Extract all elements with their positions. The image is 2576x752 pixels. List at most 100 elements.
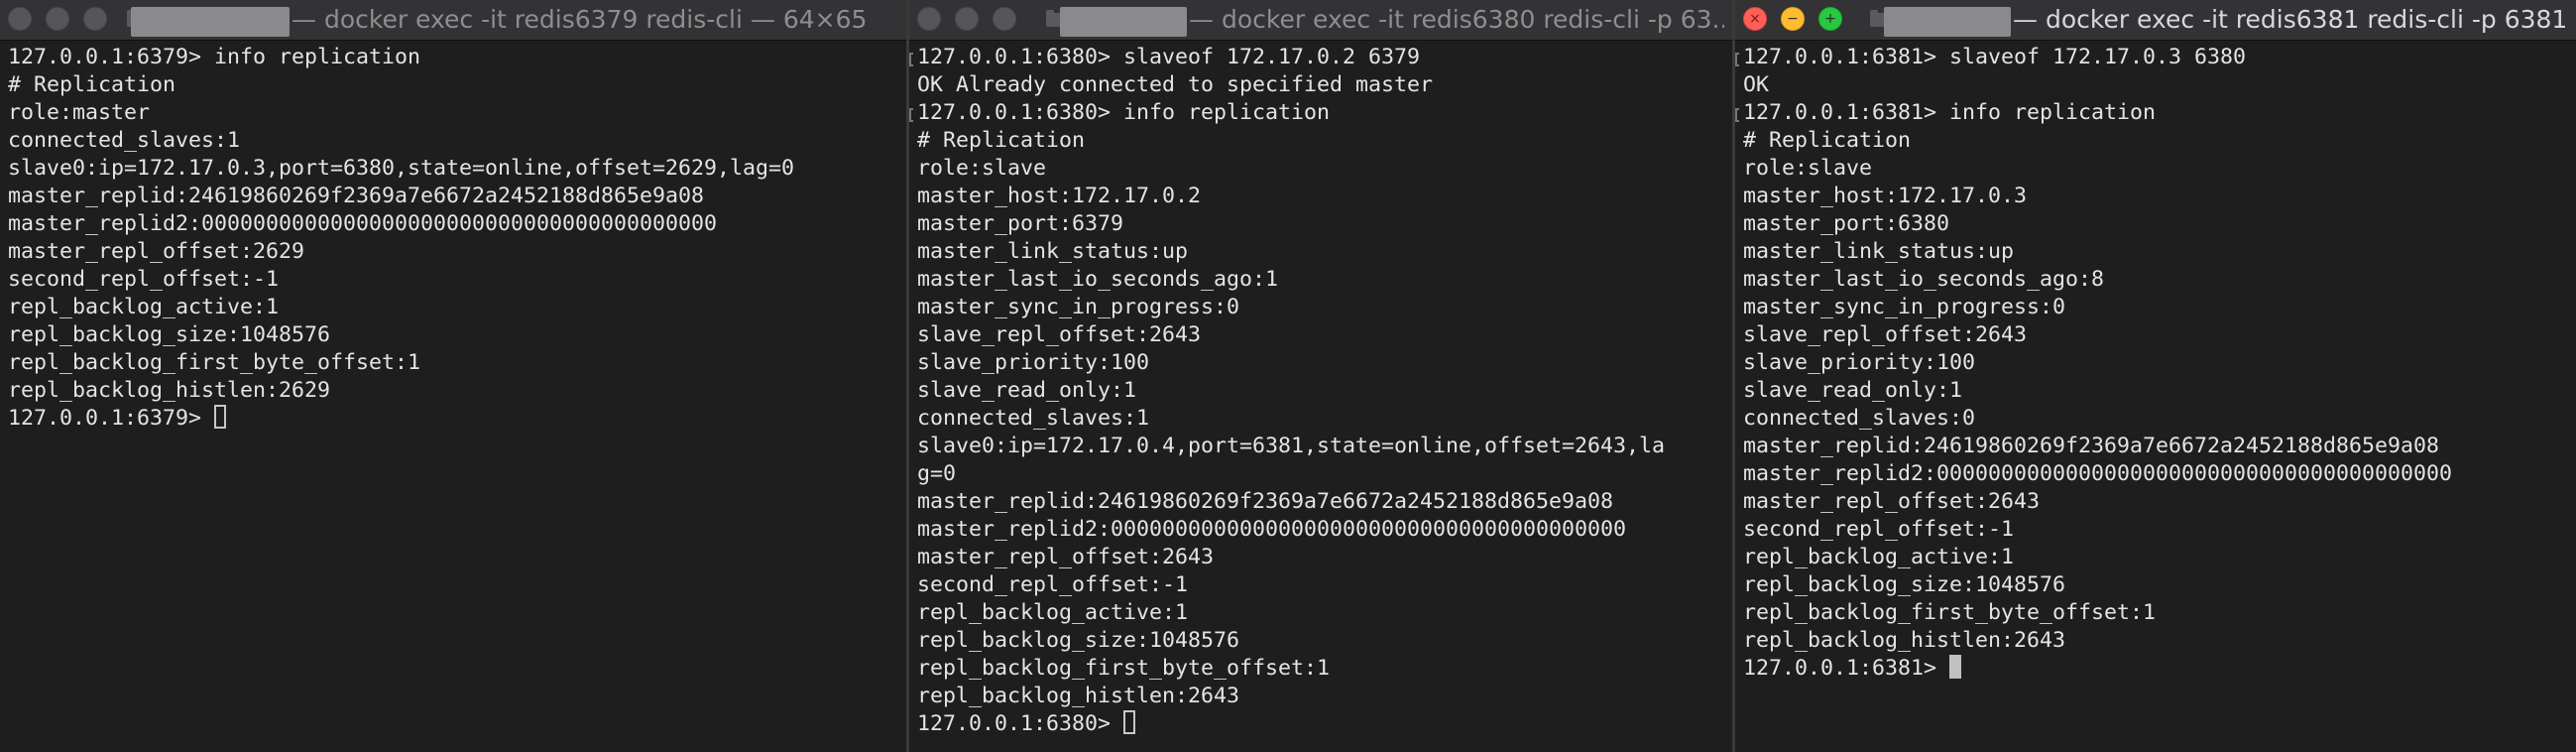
zoom-button[interactable] xyxy=(83,7,107,31)
terminal-output[interactable]: 127.0.0.1:6379> info replication # Replic… xyxy=(0,41,906,433)
output-line: connected_slaves:1 xyxy=(917,406,1150,431)
output-line: master_replid2:0000000000000000000000000… xyxy=(8,211,718,236)
output-line: repl_backlog_active:1 xyxy=(1743,545,2015,569)
output-line: # Replication xyxy=(1743,128,1912,153)
output-lines: 127.0.0.1:6381> slaveof 172.17.0.3 6380 O… xyxy=(1735,44,2576,655)
output-line: slave0:ip=172.17.0.3,port=6380,state=onl… xyxy=(8,156,795,181)
output-lines: 127.0.0.1:6380> slaveof 172.17.0.2 6379 O… xyxy=(909,44,1732,710)
output-line: repl_backlog_size:1048576 xyxy=(8,322,331,347)
title-bar[interactable]: — docker exec -it redis6379 redis-cli — … xyxy=(0,0,906,41)
window-controls xyxy=(8,7,107,31)
output-line: repl_backlog_active:1 xyxy=(8,295,280,319)
output-line: master_replid2:0000000000000000000000000… xyxy=(1743,461,2453,486)
output-line: slave_priority:100 xyxy=(917,350,1150,375)
output-line: role:slave xyxy=(917,156,1047,181)
output-line: second_repl_offset:-1 xyxy=(8,267,280,292)
output-line: master_sync_in_progress:0 xyxy=(1743,295,2066,319)
output-line: slave0:ip=172.17.0.4,port=6381,state=onl… xyxy=(917,434,1666,458)
output-line: slave_read_only:1 xyxy=(917,378,1137,403)
text-cursor xyxy=(214,405,227,429)
close-button[interactable] xyxy=(8,7,32,31)
output-line: OK xyxy=(1743,72,1770,97)
output-line: second_repl_offset:-1 xyxy=(917,572,1189,597)
output-line: master_last_io_seconds_ago:8 xyxy=(1743,267,2105,292)
output-line: 127.0.0.1:6381> info replication xyxy=(1743,100,2157,125)
prompt: 127.0.0.1:6381> xyxy=(1743,656,1950,681)
output-line: master_last_io_seconds_ago:1 xyxy=(917,267,1279,292)
output-line: 127.0.0.1:6379> info replication xyxy=(8,45,421,69)
minimize-button[interactable] xyxy=(46,7,69,31)
output-line: master_replid:24619860269f2369a7e6672a24… xyxy=(8,184,705,208)
output-line: repl_backlog_first_byte_offset:1 xyxy=(917,656,1331,681)
terminal-output[interactable]: 127.0.0.1:6380> slaveof 172.17.0.2 6379 O… xyxy=(909,41,1732,738)
output-line: OK Already connected to specified master xyxy=(917,72,1434,97)
output-line: master_host:172.17.0.3 xyxy=(1743,184,2028,208)
output-line: 127.0.0.1:6380> slaveof 172.17.0.2 6379 xyxy=(917,45,1421,69)
minimize-icon: − xyxy=(1787,11,1799,27)
output-line: slave_repl_offset:2643 xyxy=(917,322,1202,347)
output-line: master_port:6380 xyxy=(1743,211,1950,236)
output-line: repl_backlog_active:1 xyxy=(917,600,1189,625)
output-line: repl_backlog_histlen:2643 xyxy=(917,684,1240,708)
redacted-title-segment xyxy=(1060,7,1187,37)
output-lines: 127.0.0.1:6379> info replication # Replic… xyxy=(0,44,906,405)
output-line: 127.0.0.1:6380> info replication xyxy=(917,100,1331,125)
output-line: master_link_status:up xyxy=(917,239,1189,264)
text-cursor xyxy=(1123,710,1136,734)
output-line: g=0 xyxy=(917,461,957,486)
output-line: slave_read_only:1 xyxy=(1743,378,1963,403)
output-line: role:master xyxy=(8,100,151,125)
window-controls: × − + xyxy=(1743,7,1842,31)
title-bar[interactable]: — docker exec -it redis6380 redis-cli -p… xyxy=(909,0,1732,41)
redacted-title-segment xyxy=(1884,7,2011,37)
window-title: — docker exec -it redis6379 redis-cli — … xyxy=(292,5,868,34)
redacted-title-segment xyxy=(131,7,290,37)
command-mark xyxy=(909,53,913,66)
terminal-output[interactable]: 127.0.0.1:6381> slaveof 172.17.0.3 6380 O… xyxy=(1735,41,2576,683)
output-line: repl_backlog_histlen:2629 xyxy=(8,378,331,403)
output-line: 127.0.0.1:6381> slaveof 172.17.0.3 6380 xyxy=(1743,45,2247,69)
output-line: master_replid:24619860269f2369a7e6672a24… xyxy=(1743,434,2440,458)
command-mark xyxy=(909,108,913,122)
prompt-line[interactable]: 127.0.0.1:6380> xyxy=(909,710,1732,738)
output-line: master_sync_in_progress:0 xyxy=(917,295,1240,319)
window-controls xyxy=(917,7,1016,31)
output-line: repl_backlog_histlen:2643 xyxy=(1743,628,2066,653)
zoom-icon: + xyxy=(1824,11,1836,27)
title-bar[interactable]: × − + — docker exec -it redis6381 redis-… xyxy=(1735,0,2576,41)
close-button[interactable]: × xyxy=(1743,7,1767,31)
output-line: role:slave xyxy=(1743,156,1873,181)
zoom-button[interactable] xyxy=(993,7,1016,31)
terminal-window-redis6379[interactable]: — docker exec -it redis6379 redis-cli — … xyxy=(0,0,906,752)
prompt-line[interactable]: 127.0.0.1:6381> xyxy=(1735,655,2576,683)
zoom-button[interactable]: + xyxy=(1818,7,1842,31)
output-line: master_link_status:up xyxy=(1743,239,2015,264)
command-mark xyxy=(1735,108,1739,122)
output-line: master_port:6379 xyxy=(917,211,1124,236)
output-line: connected_slaves:0 xyxy=(1743,406,1976,431)
output-line: master_replid2:0000000000000000000000000… xyxy=(917,517,1627,542)
prompt-line[interactable]: 127.0.0.1:6379> xyxy=(0,405,906,433)
output-line: slave_repl_offset:2643 xyxy=(1743,322,2028,347)
minimize-button[interactable] xyxy=(955,7,979,31)
close-icon: × xyxy=(1749,11,1761,27)
prompt: 127.0.0.1:6379> xyxy=(8,406,215,431)
output-line: # Replication xyxy=(917,128,1086,153)
minimize-button[interactable]: − xyxy=(1781,7,1805,31)
output-line: master_repl_offset:2643 xyxy=(917,545,1215,569)
output-line: repl_backlog_size:1048576 xyxy=(1743,572,2066,597)
terminal-window-redis6381[interactable]: × − + — docker exec -it redis6381 redis-… xyxy=(1735,0,2576,752)
output-line: second_repl_offset:-1 xyxy=(1743,517,2015,542)
output-line: slave_priority:100 xyxy=(1743,350,1976,375)
command-mark xyxy=(1735,53,1739,66)
window-title: — docker exec -it redis6381 redis-cli -p… xyxy=(2013,5,2568,34)
output-line: # Replication xyxy=(8,72,176,97)
output-line: master_replid:24619860269f2369a7e6672a24… xyxy=(917,489,1614,514)
close-button[interactable] xyxy=(917,7,941,31)
terminal-window-redis6380[interactable]: — docker exec -it redis6380 redis-cli -p… xyxy=(909,0,1732,752)
output-line: repl_backlog_first_byte_offset:1 xyxy=(8,350,421,375)
output-line: master_host:172.17.0.2 xyxy=(917,184,1202,208)
output-line: repl_backlog_first_byte_offset:1 xyxy=(1743,600,2157,625)
window-title: — docker exec -it redis6380 redis-cli -p… xyxy=(1189,5,1724,34)
output-line: master_repl_offset:2629 xyxy=(8,239,305,264)
